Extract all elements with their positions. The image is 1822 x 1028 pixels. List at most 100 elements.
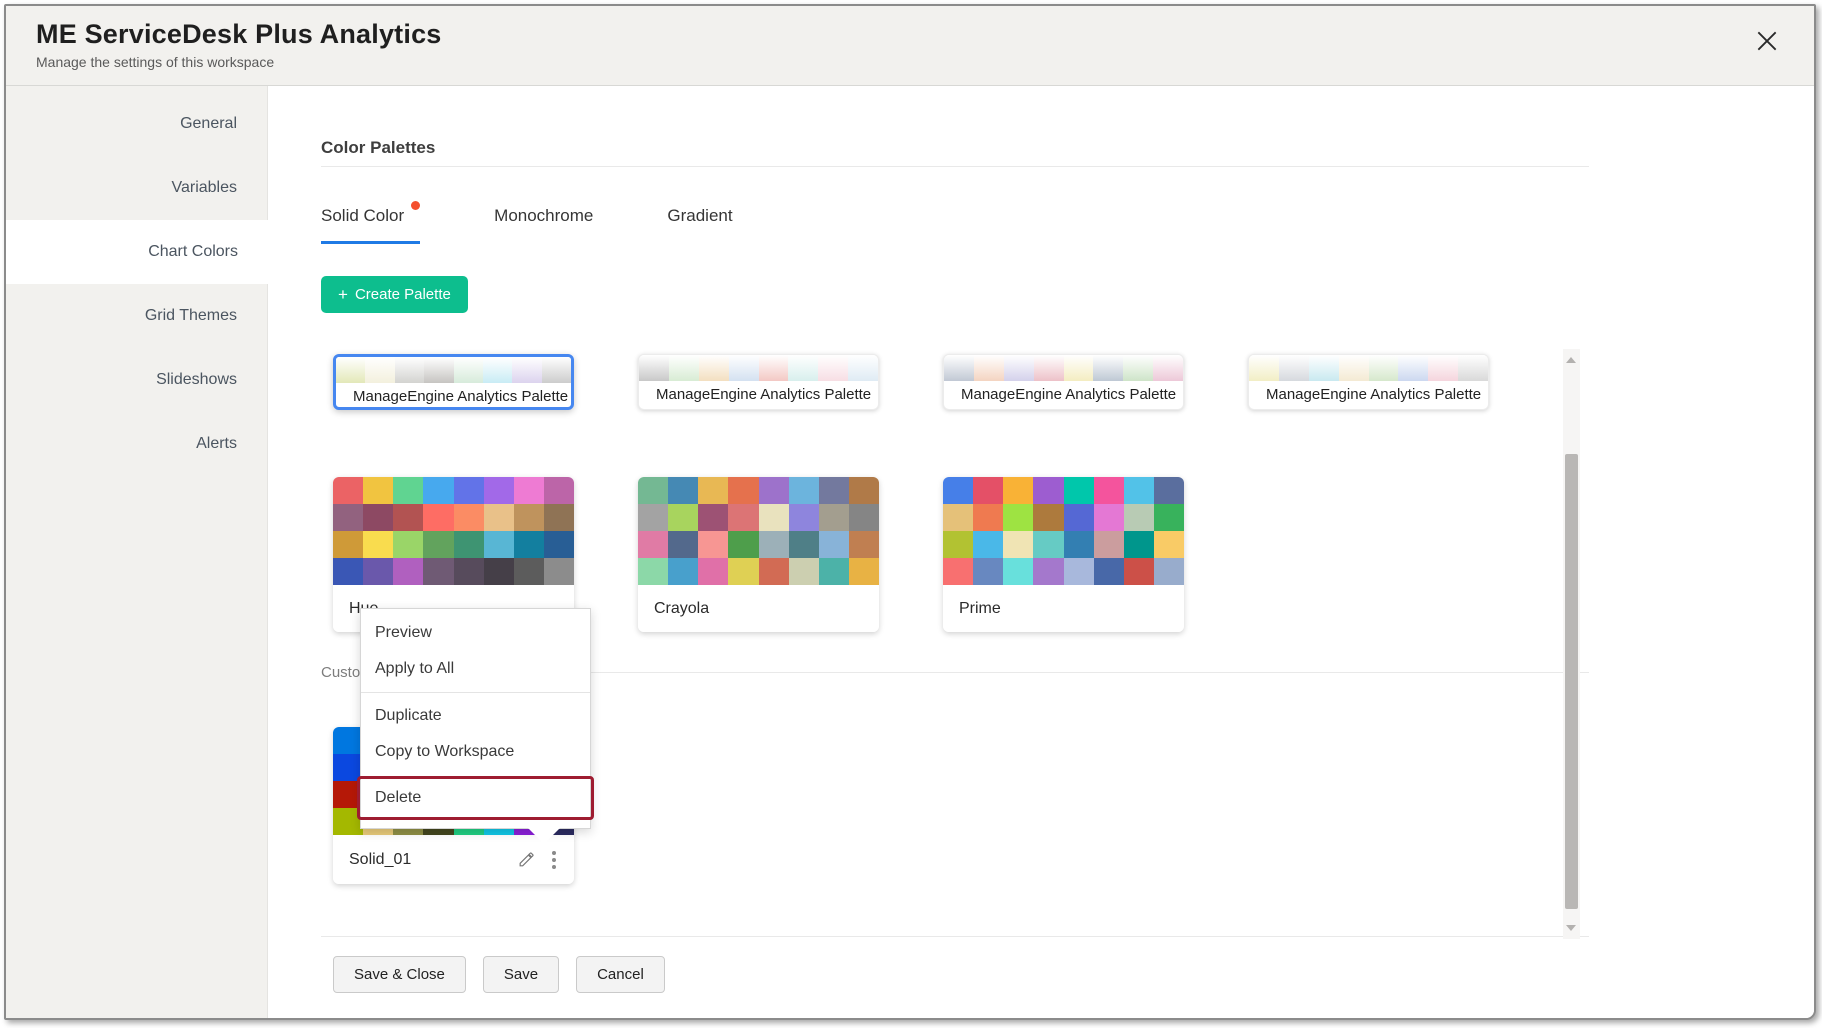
palette-type-tabs: Solid Color Monochrome Gradient	[321, 206, 807, 244]
color-swatch	[484, 504, 514, 531]
color-swatch	[698, 504, 728, 531]
color-swatch	[1003, 477, 1033, 504]
palette-grid-row	[638, 477, 879, 504]
palette-grid-row	[333, 531, 574, 558]
palette-grid-row	[943, 531, 1184, 558]
color-swatch	[363, 531, 393, 558]
color-swatch	[1428, 355, 1458, 381]
vertical-scrollbar[interactable]	[1563, 349, 1580, 939]
color-swatch	[423, 558, 453, 585]
color-swatch	[819, 558, 849, 585]
dialog-subtitle: Manage the settings of this workspace	[36, 54, 1814, 70]
color-swatch	[483, 357, 512, 383]
color-swatch	[1033, 531, 1063, 558]
color-swatch	[849, 531, 879, 558]
pencil-icon[interactable]	[517, 850, 536, 869]
color-swatch	[1094, 531, 1124, 558]
builtin-palette-row: ManageEngine Analytics Palette ManageEng…	[333, 354, 1489, 410]
palette-card-crayola[interactable]: Crayola	[638, 477, 879, 632]
scrollbar-thumb[interactable]	[1565, 454, 1578, 909]
dialog-header: ME ServiceDesk Plus Analytics Manage the…	[6, 6, 1814, 86]
color-swatch	[454, 357, 483, 383]
color-swatch	[1123, 355, 1153, 381]
color-swatch	[729, 355, 759, 381]
color-swatch	[1003, 531, 1033, 558]
palette-name: ManageEngine Analytics Palette	[639, 381, 878, 409]
palette-grid	[333, 477, 574, 585]
color-swatch	[1033, 477, 1063, 504]
color-swatch	[819, 477, 849, 504]
color-swatch	[1064, 558, 1094, 585]
palette-strip	[639, 355, 878, 381]
create-palette-button[interactable]: + Create Palette	[321, 276, 468, 313]
palette-name: ManageEngine Analytics Palette	[1249, 381, 1488, 409]
sidebar-item-general[interactable]: General	[6, 92, 267, 156]
color-swatch	[974, 355, 1004, 381]
color-swatch	[668, 477, 698, 504]
palette-card-manageengine-2[interactable]: ManageEngine Analytics Palette	[638, 354, 879, 410]
color-swatch	[973, 558, 1003, 585]
palette-grid-row	[333, 558, 574, 585]
page-title: Color Palettes	[321, 138, 435, 158]
color-swatch	[849, 477, 879, 504]
sidebar-item-chart-colors[interactable]: Chart Colors	[6, 220, 268, 284]
sidebar-item-variables[interactable]: Variables	[6, 156, 267, 220]
color-swatch	[759, 477, 789, 504]
tab-monochrome[interactable]: Monochrome	[494, 206, 593, 244]
color-swatch	[728, 558, 758, 585]
sidebar-item-alerts[interactable]: Alerts	[6, 412, 267, 476]
color-swatch	[849, 504, 879, 531]
menu-item-delete[interactable]: Delete	[357, 776, 594, 820]
color-swatch	[1124, 504, 1154, 531]
sidebar-item-slideshows[interactable]: Slideshows	[6, 348, 267, 412]
sidebar-item-grid-themes[interactable]: Grid Themes	[6, 284, 267, 348]
color-swatch	[363, 558, 393, 585]
color-swatch	[1339, 355, 1369, 381]
color-swatch	[1003, 504, 1033, 531]
color-swatch	[1153, 355, 1183, 381]
palette-context-menu: Preview Apply to All Duplicate Copy to W…	[360, 608, 591, 829]
menu-item-preview[interactable]: Preview	[361, 615, 590, 651]
cancel-button[interactable]: Cancel	[576, 956, 665, 993]
menu-item-apply-to-all[interactable]: Apply to All	[361, 651, 590, 687]
save-and-close-button[interactable]: Save & Close	[333, 956, 466, 993]
menu-item-duplicate[interactable]: Duplicate	[361, 698, 590, 734]
scroll-down-arrow-icon[interactable]	[1566, 925, 1576, 931]
tab-gradient[interactable]: Gradient	[667, 206, 732, 244]
palette-card-manageengine-1[interactable]: ManageEngine Analytics Palette	[333, 354, 574, 410]
color-swatch	[544, 531, 574, 558]
color-swatch	[638, 477, 668, 504]
color-swatch	[484, 477, 514, 504]
palette-card-manageengine-3[interactable]: ManageEngine Analytics Palette	[943, 354, 1184, 410]
color-swatch	[1279, 355, 1309, 381]
color-swatch	[788, 355, 818, 381]
color-swatch	[1094, 504, 1124, 531]
color-swatch	[698, 477, 728, 504]
color-swatch	[454, 477, 484, 504]
color-swatch	[728, 477, 758, 504]
palette-grid-row	[333, 504, 574, 531]
color-swatch	[454, 504, 484, 531]
color-swatch	[1094, 558, 1124, 585]
color-swatch	[1124, 531, 1154, 558]
close-icon[interactable]	[1754, 28, 1780, 54]
color-swatch	[1154, 558, 1184, 585]
color-swatch	[395, 357, 424, 383]
kebab-menu-icon[interactable]	[552, 851, 556, 855]
divider	[321, 936, 1589, 937]
menu-item-copy-to-workspace[interactable]: Copy to Workspace	[361, 734, 590, 770]
palette-name: Solid_01	[349, 851, 517, 869]
color-swatch	[639, 355, 669, 381]
color-swatch	[544, 477, 574, 504]
palette-card-prime[interactable]: Prime	[943, 477, 1184, 632]
color-swatch	[818, 355, 848, 381]
save-button[interactable]: Save	[483, 956, 559, 993]
color-swatch	[544, 504, 574, 531]
tab-solid-color[interactable]: Solid Color	[321, 206, 420, 244]
scroll-up-arrow-icon[interactable]	[1566, 357, 1576, 363]
color-swatch	[699, 355, 729, 381]
palette-card-manageengine-4[interactable]: ManageEngine Analytics Palette	[1248, 354, 1489, 410]
color-swatch	[819, 504, 849, 531]
tab-label: Gradient	[667, 206, 732, 225]
color-swatch	[1003, 558, 1033, 585]
